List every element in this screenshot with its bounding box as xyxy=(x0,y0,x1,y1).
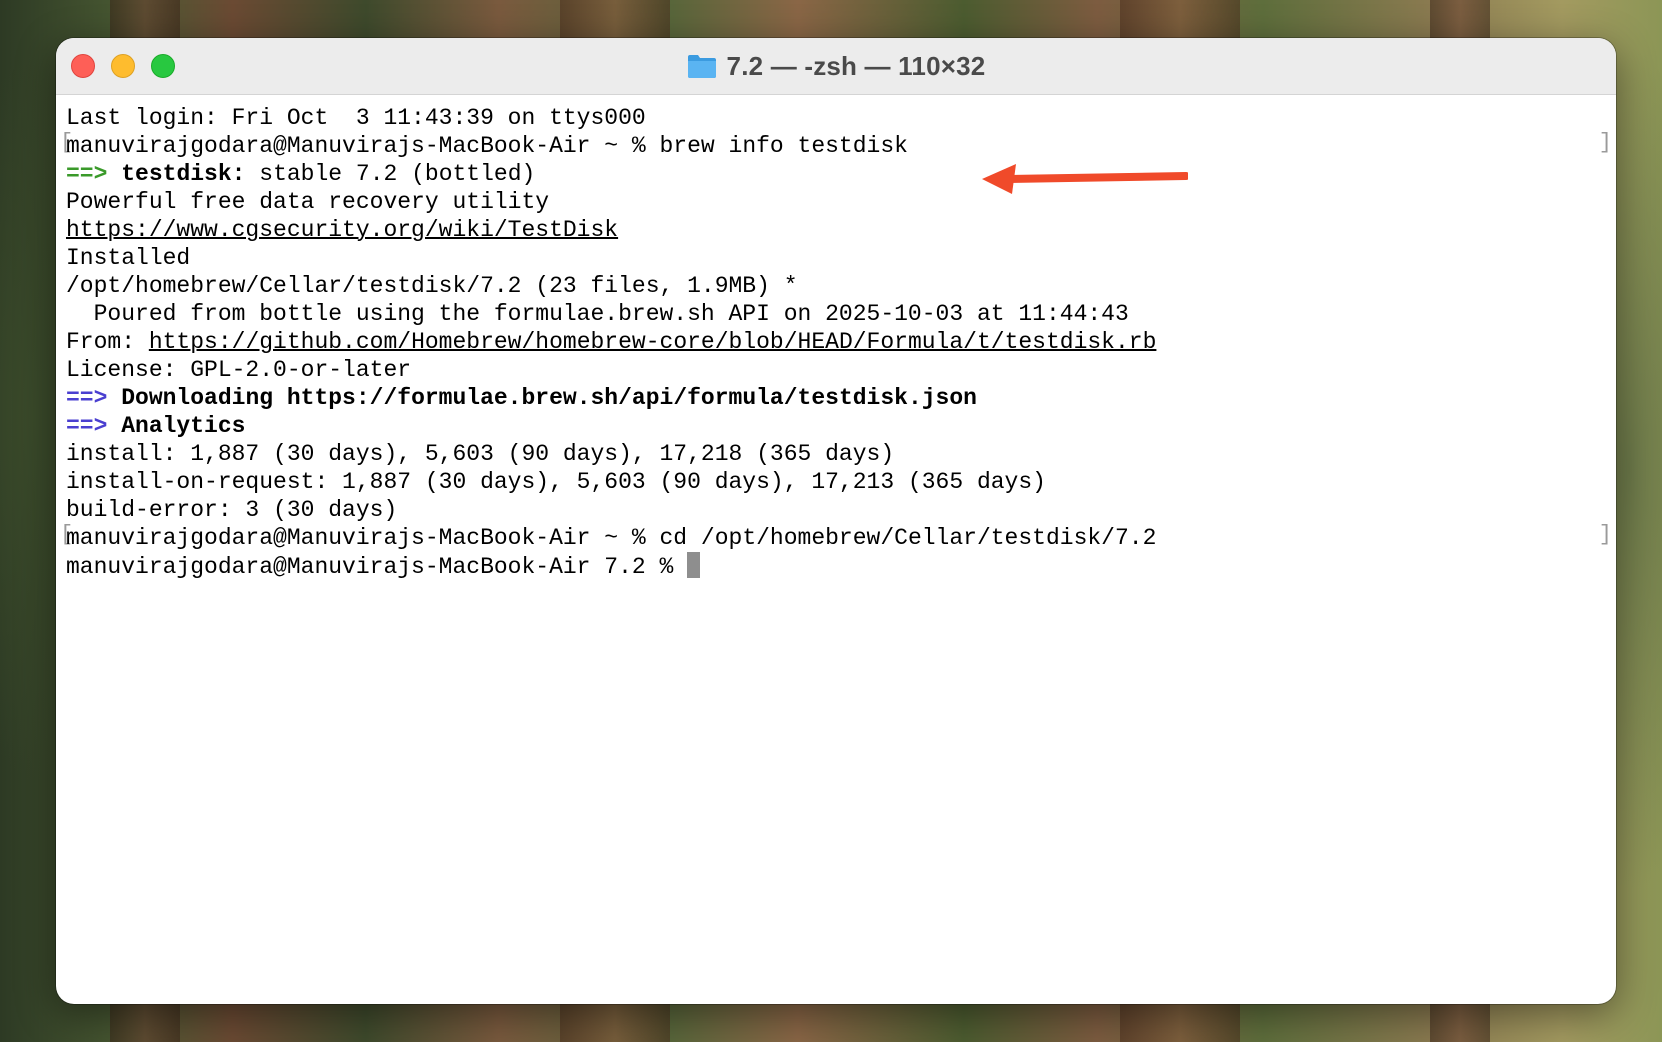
terminal-window: 7.2 — -zsh — 110×32 Last login: Fri Oct … xyxy=(56,38,1616,1004)
annotation-arrow-icon xyxy=(982,164,1188,194)
description-line: Powerful free data recovery utility xyxy=(66,189,550,215)
formula-version: stable 7.2 (bottled) xyxy=(245,161,536,187)
output-arrow: ==> xyxy=(66,413,108,439)
last-login-line: Last login: Fri Oct 3 11:43:39 on ttys00… xyxy=(66,105,646,131)
formula-name: testdisk: xyxy=(121,161,246,187)
folder-icon xyxy=(687,55,716,78)
downloading-text: Downloading https://formulae.brew.sh/api… xyxy=(107,385,977,411)
homepage-link[interactable]: https://www.cgsecurity.org/wiki/TestDisk xyxy=(66,216,618,244)
window-title: 7.2 — -zsh — 110×32 xyxy=(56,38,1616,94)
mark-bracket-right: ] xyxy=(1598,522,1612,547)
installed-label: Installed xyxy=(66,245,191,271)
mark-bracket-right: ] xyxy=(1598,130,1612,155)
prompt: manuvirajgodara@Manuvirajs-MacBook-Air ~… xyxy=(66,133,660,159)
command-line-brew-info: manuvirajgodara@Manuvirajs-MacBook-Air ~… xyxy=(66,132,908,160)
downloading-line: ==> Downloading https://formulae.brew.sh… xyxy=(66,384,977,412)
formula-source-link[interactable]: https://github.com/Homebrew/homebrew-cor… xyxy=(149,329,1157,355)
poured-from-line: Poured from bottle using the formulae.br… xyxy=(66,301,1129,327)
command-line-cd: manuvirajgodara@Manuvirajs-MacBook-Air ~… xyxy=(66,524,1156,552)
output-arrow: ==> xyxy=(66,161,108,187)
window-title-text: 7.2 — -zsh — 110×32 xyxy=(726,50,986,81)
install-on-request-stats-line: install-on-request: 1,887 (30 days), 5,6… xyxy=(66,469,1046,495)
current-prompt-line: manuvirajgodara@Manuvirajs-MacBook-Air 7… xyxy=(66,552,701,580)
analytics-text: Analytics xyxy=(107,413,246,439)
title-bar[interactable]: 7.2 — -zsh — 110×32 xyxy=(56,38,1616,95)
formula-header-line: ==> testdisk: stable 7.2 (bottled) xyxy=(66,160,535,188)
install-path-line: /opt/homebrew/Cellar/testdisk/7.2 (23 fi… xyxy=(66,273,798,299)
command-text: brew info testdisk xyxy=(659,133,908,159)
command-text: cd /opt/homebrew/Cellar/testdisk/7.2 xyxy=(659,525,1157,551)
build-error-stats-line: build-error: 3 (30 days) xyxy=(66,497,398,523)
output-arrow: ==> xyxy=(66,385,108,411)
prompt: manuvirajgodara@Manuvirajs-MacBook-Air 7… xyxy=(66,554,688,580)
prompt: manuvirajgodara@Manuvirajs-MacBook-Air ~… xyxy=(66,525,660,551)
license-line: License: GPL-2.0-or-later xyxy=(66,357,412,383)
analytics-header-line: ==> Analytics xyxy=(66,412,245,440)
install-stats-line: install: 1,887 (30 days), 5,603 (90 days… xyxy=(66,441,895,467)
terminal-content[interactable]: Last login: Fri Oct 3 11:43:39 on ttys00… xyxy=(60,94,1612,1004)
from-line: From: https://github.com/Homebrew/homebr… xyxy=(66,328,1156,356)
from-label: From: xyxy=(66,329,149,355)
text-cursor[interactable] xyxy=(687,552,701,578)
